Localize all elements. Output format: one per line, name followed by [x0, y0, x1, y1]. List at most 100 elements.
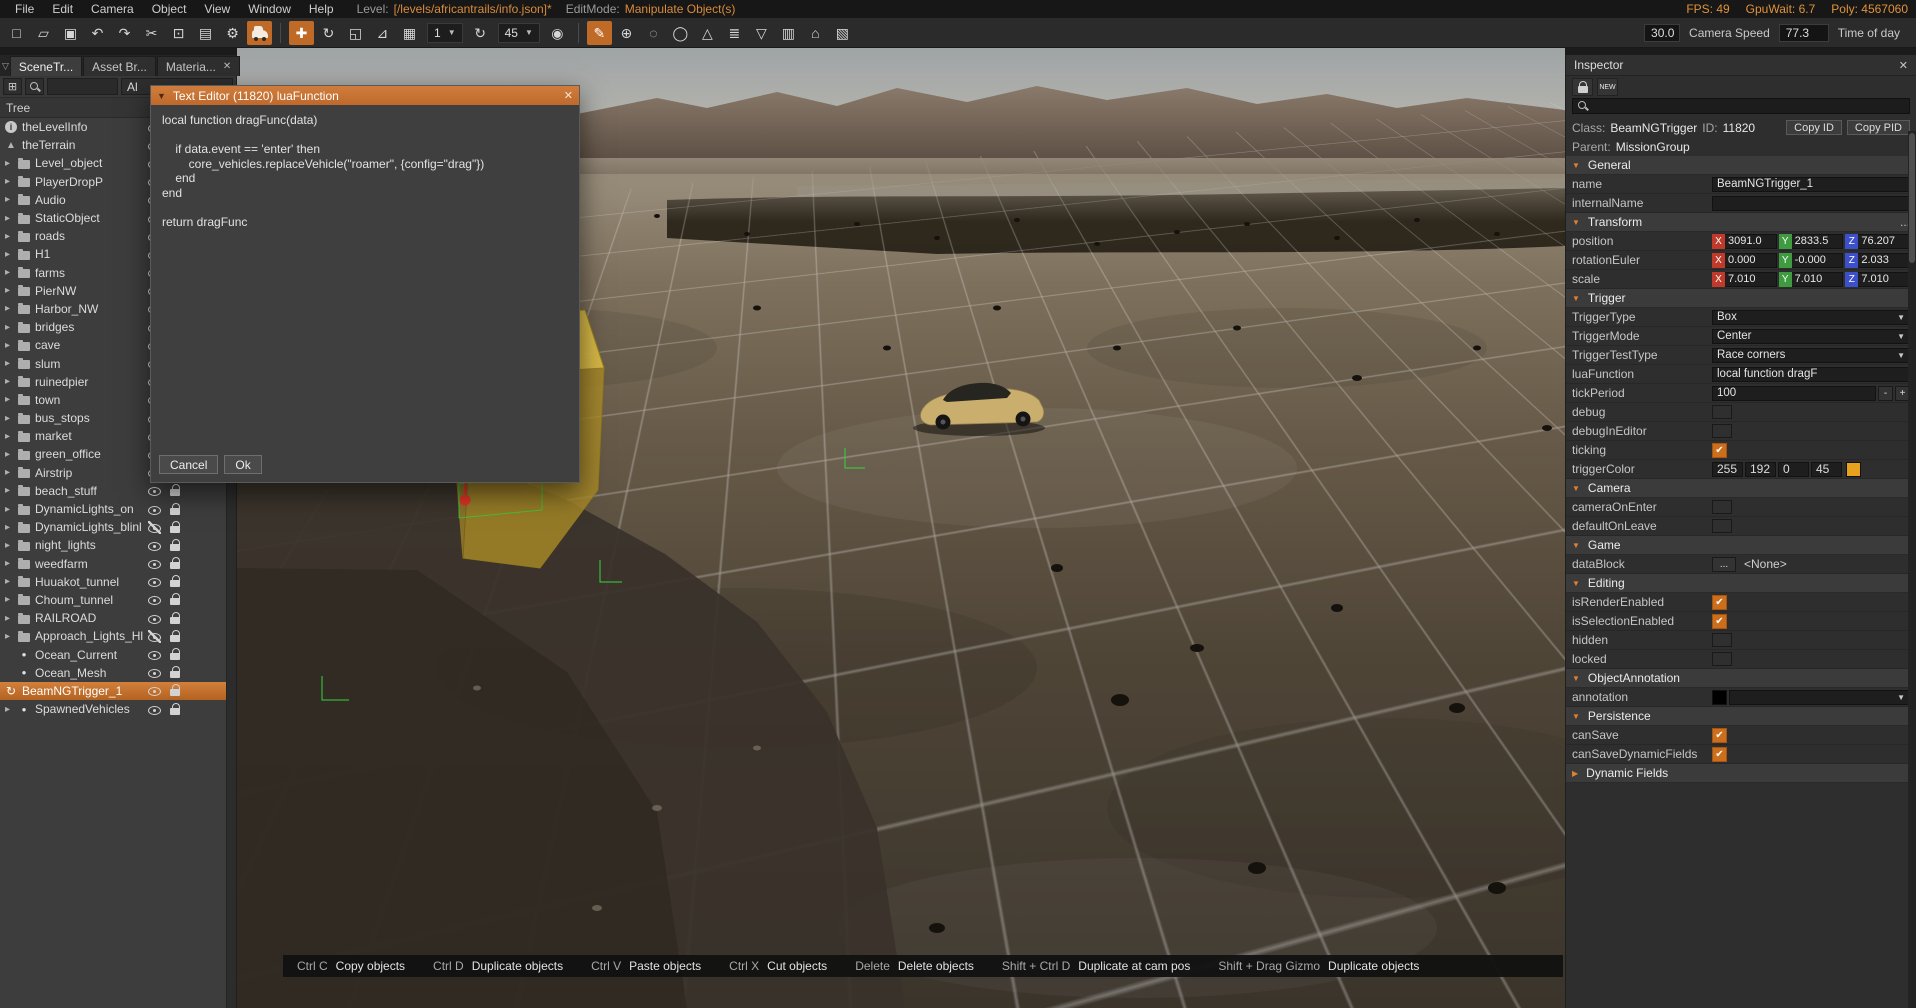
- lock-icon[interactable]: [170, 593, 180, 606]
- checkbox-cameraonenter[interactable]: [1712, 500, 1732, 514]
- decrement-button[interactable]: -: [1878, 385, 1893, 401]
- vehicle-tool-icon[interactable]: [247, 20, 272, 45]
- section-header-transform[interactable]: ▼ Transform...: [1566, 213, 1916, 232]
- visibility-eye-icon[interactable]: [148, 539, 161, 552]
- lock-icon[interactable]: [170, 538, 180, 552]
- visibility-eye-icon[interactable]: [148, 593, 161, 606]
- lock-icon[interactable]: [170, 611, 180, 625]
- chevron-right-icon[interactable]: ▸: [5, 540, 18, 551]
- menu-item-view[interactable]: View: [195, 2, 239, 16]
- color-component-2[interactable]: 0: [1778, 461, 1809, 477]
- lock-icon[interactable]: [170, 666, 180, 679]
- section-header-objectannotation[interactable]: ▼ ObjectAnnotation: [1566, 669, 1916, 688]
- tree-item-dynamiclights_on[interactable]: ▸ DynamicLights_on: [0, 500, 226, 518]
- cut-icon[interactable]: ✂: [139, 21, 164, 45]
- new-inspector-button[interactable]: NEW: [1597, 78, 1618, 96]
- section-header-editing[interactable]: ▼ Editing: [1566, 574, 1916, 593]
- tree-item-huuakot_tunnel[interactable]: ▸ Huuakot_tunnel: [0, 573, 226, 591]
- menu-item-help[interactable]: Help: [300, 2, 343, 16]
- snap-size-dropdown[interactable]: 1 ▼: [427, 22, 463, 43]
- visibility-eye-icon[interactable]: [148, 684, 161, 697]
- checkbox-isrenderenabled[interactable]: ✔: [1712, 594, 1727, 610]
- visibility-eye-icon[interactable]: [148, 629, 161, 643]
- inspector-scrollbar[interactable]: [1908, 131, 1916, 1008]
- undo-icon[interactable]: ↶: [85, 21, 110, 45]
- close-icon[interactable]: ✕: [564, 89, 573, 102]
- tree-item-night_lights[interactable]: ▸ night_lights: [0, 536, 226, 554]
- visibility-eye-icon[interactable]: [148, 648, 161, 661]
- visibility-eye-icon[interactable]: [148, 520, 161, 534]
- color-component-0[interactable]: 255: [1712, 461, 1743, 477]
- scrollbar-thumb[interactable]: [1909, 133, 1915, 263]
- visibility-eye-icon[interactable]: [148, 503, 161, 516]
- layers-icon[interactable]: ≣: [722, 21, 747, 45]
- vehicle-sedan[interactable]: [913, 382, 1045, 436]
- chevron-right-icon[interactable]: ▸: [5, 213, 18, 224]
- lock-inspector-button[interactable]: [1572, 78, 1593, 96]
- lock-icon[interactable]: [170, 629, 180, 643]
- text-field-name[interactable]: BeamNGTrigger_1: [1712, 176, 1910, 192]
- lock-icon[interactable]: [170, 484, 180, 497]
- chevron-right-icon[interactable]: ▸: [5, 394, 18, 405]
- lua-code-editor[interactable]: local function dragFunc(data) if data.ev…: [151, 105, 579, 448]
- chevron-right-icon[interactable]: ▸: [5, 522, 18, 533]
- chevron-right-icon[interactable]: ▸: [5, 376, 18, 387]
- rotate-snap-dropdown[interactable]: 45 ▼: [497, 22, 540, 43]
- tree-item-choum_tunnel[interactable]: ▸ Choum_tunnel: [0, 591, 226, 609]
- axis-x-value[interactable]: 3091.0: [1725, 233, 1777, 249]
- open-folder-icon[interactable]: ▱: [31, 21, 56, 45]
- lock-icon[interactable]: [170, 648, 180, 661]
- building-icon[interactable]: ⌂: [803, 21, 828, 45]
- close-icon[interactable]: ✕: [1899, 59, 1908, 72]
- axis-y-value[interactable]: 7.010: [1791, 271, 1844, 287]
- close-icon[interactable]: ✕: [223, 61, 231, 72]
- axis-x-value[interactable]: 0.000: [1725, 252, 1777, 268]
- text-field-internalname[interactable]: [1712, 195, 1910, 211]
- bricks-icon[interactable]: ▥: [776, 21, 801, 45]
- section-header-general[interactable]: ▼ General: [1566, 156, 1916, 175]
- tree-item-ocean_current[interactable]: ● Ocean_Current: [0, 645, 226, 663]
- menu-item-camera[interactable]: Camera: [82, 2, 143, 16]
- menu-item-edit[interactable]: Edit: [43, 2, 82, 16]
- chevron-right-icon[interactable]: ▸: [5, 704, 18, 715]
- menu-item-file[interactable]: File: [6, 2, 43, 16]
- tree-search-input[interactable]: [47, 78, 118, 95]
- translate-tool-icon[interactable]: ✚: [289, 20, 314, 45]
- chevron-right-icon[interactable]: ▸: [5, 576, 18, 587]
- chevron-right-icon[interactable]: ▸: [5, 340, 18, 351]
- section-header-dynamic-fields[interactable]: ▶ Dynamic Fields: [1566, 764, 1916, 783]
- magnet-icon[interactable]: ◉: [545, 21, 570, 45]
- chevron-right-icon[interactable]: ▸: [5, 322, 18, 333]
- tree-item-dynamiclights_blinl[interactable]: ▸ DynamicLights_blinl: [0, 518, 226, 536]
- tab-scenetr[interactable]: SceneTr...: [9, 56, 83, 76]
- axis-z-value[interactable]: 76.207: [1858, 233, 1911, 249]
- chevron-right-icon[interactable]: ▸: [5, 485, 18, 496]
- ok-button[interactable]: Ok: [224, 455, 262, 474]
- water-icon[interactable]: ▽: [749, 21, 774, 45]
- visibility-eye-icon[interactable]: [148, 575, 161, 588]
- add-group-button[interactable]: ⊞: [3, 78, 22, 95]
- chevron-right-icon[interactable]: ▸: [5, 504, 18, 515]
- checkbox-locked[interactable]: [1712, 652, 1732, 666]
- visibility-eye-icon[interactable]: [148, 484, 161, 497]
- dropdown-triggertesttype[interactable]: Race corners ▼: [1712, 347, 1910, 363]
- section-header-camera[interactable]: ▼ Camera: [1566, 479, 1916, 498]
- tree-item-ocean_mesh[interactable]: ● Ocean_Mesh: [0, 664, 226, 682]
- draw-tool-icon[interactable]: ✎: [586, 20, 612, 45]
- tree-item-beach_stuff[interactable]: ▸ beach_stuff: [0, 482, 226, 500]
- tree-item-railroad[interactable]: ▸ RAILROAD: [0, 609, 226, 627]
- chevron-right-icon[interactable]: ▸: [5, 285, 18, 296]
- copy-id-button[interactable]: Copy ID: [1786, 120, 1842, 135]
- section-header-game[interactable]: ▼ Game: [1566, 536, 1916, 555]
- browse-button[interactable]: ...: [1712, 556, 1736, 572]
- chevron-right-icon[interactable]: ▸: [5, 249, 18, 260]
- lock-icon[interactable]: [170, 557, 180, 570]
- rotate-tool-icon[interactable]: ↻: [316, 21, 341, 45]
- terrain-icon[interactable]: △: [695, 21, 720, 45]
- chevron-right-icon[interactable]: ▸: [5, 267, 18, 278]
- checkbox-ticking[interactable]: ✔: [1712, 442, 1727, 458]
- copy-pid-button[interactable]: Copy PID: [1846, 120, 1910, 135]
- save-icon[interactable]: ▣: [58, 21, 83, 45]
- snap-grid-icon[interactable]: ▦: [397, 21, 422, 45]
- chevron-right-icon[interactable]: ▸: [5, 467, 18, 478]
